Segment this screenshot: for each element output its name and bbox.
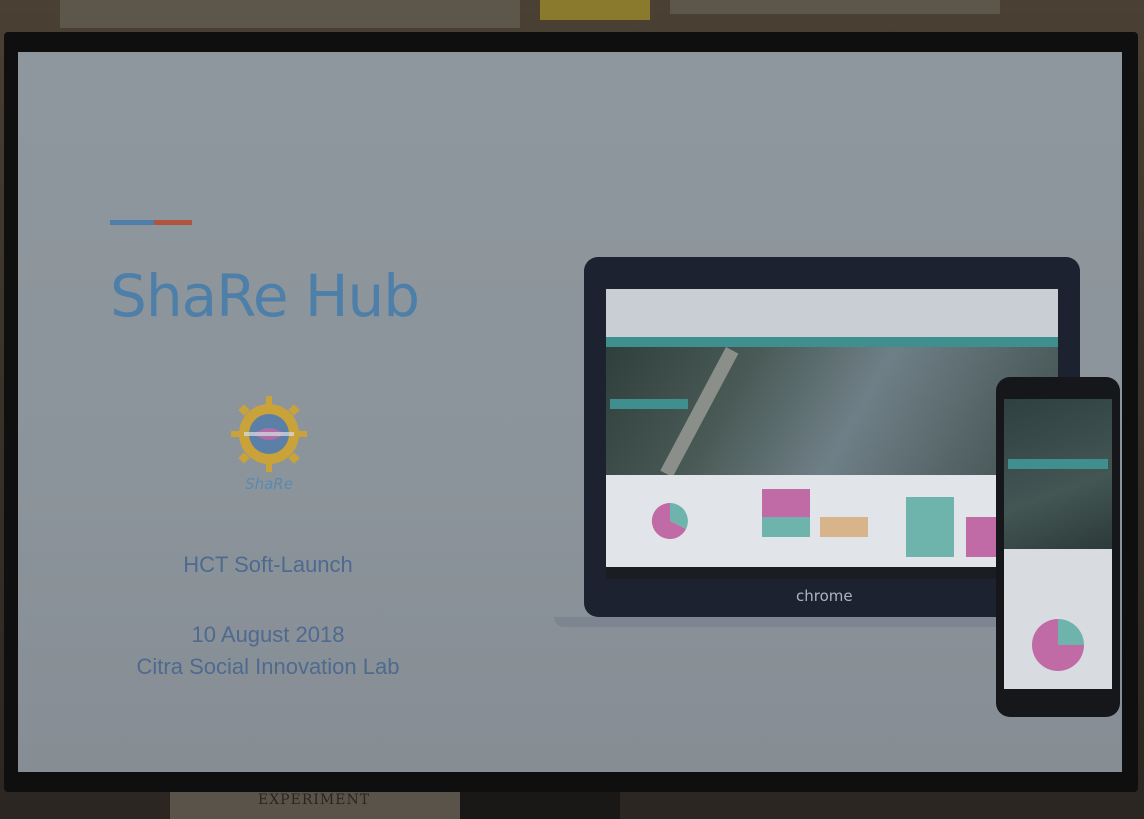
site-charts bbox=[606, 475, 1058, 567]
phone-screen bbox=[1004, 399, 1112, 689]
accent-bar-blue bbox=[110, 220, 154, 225]
share-logo-icon: ShaRe bbox=[231, 396, 307, 492]
bar-mark bbox=[906, 497, 954, 557]
slide-title: ShaRe Hub bbox=[110, 262, 420, 330]
wall-paper bbox=[60, 0, 520, 28]
bar-mark bbox=[762, 489, 810, 517]
laptop-screen bbox=[606, 289, 1058, 579]
site-cta-button bbox=[610, 399, 688, 409]
laptop-brand: chrome bbox=[796, 587, 853, 605]
presentation-slide: ShaRe Hub ShaRe HCT Soft-Launch 10 Augus… bbox=[18, 52, 1122, 772]
accent-bar-red bbox=[154, 220, 192, 225]
browser-bar bbox=[606, 289, 1058, 337]
bar-mark bbox=[762, 517, 810, 537]
site-nav bbox=[606, 337, 1058, 347]
monitor: ShaRe Hub ShaRe HCT Soft-Launch 10 Augus… bbox=[4, 32, 1138, 792]
event-title: HCT Soft-Launch bbox=[183, 552, 353, 577]
phone-mockup bbox=[996, 377, 1120, 717]
phone-chart bbox=[1032, 619, 1084, 671]
logo-text: ShaRe bbox=[245, 475, 293, 492]
accent-bar bbox=[110, 220, 192, 225]
event-date: 10 August 2018 bbox=[191, 622, 345, 647]
phone-cta-button bbox=[1008, 459, 1108, 469]
sticky-note bbox=[540, 0, 650, 20]
pie-chart bbox=[651, 502, 688, 539]
bottom-sign-text: EXPERIMENT bbox=[258, 792, 371, 808]
charts-graphic bbox=[651, 489, 1014, 557]
taskbar bbox=[606, 567, 1058, 579]
phone-hero-image bbox=[1004, 399, 1112, 549]
monitor-stand bbox=[460, 790, 620, 819]
wall-paper bbox=[670, 0, 1000, 14]
bar-mark bbox=[820, 517, 868, 537]
event-venue: Citra Social Innovation Lab bbox=[136, 654, 400, 679]
